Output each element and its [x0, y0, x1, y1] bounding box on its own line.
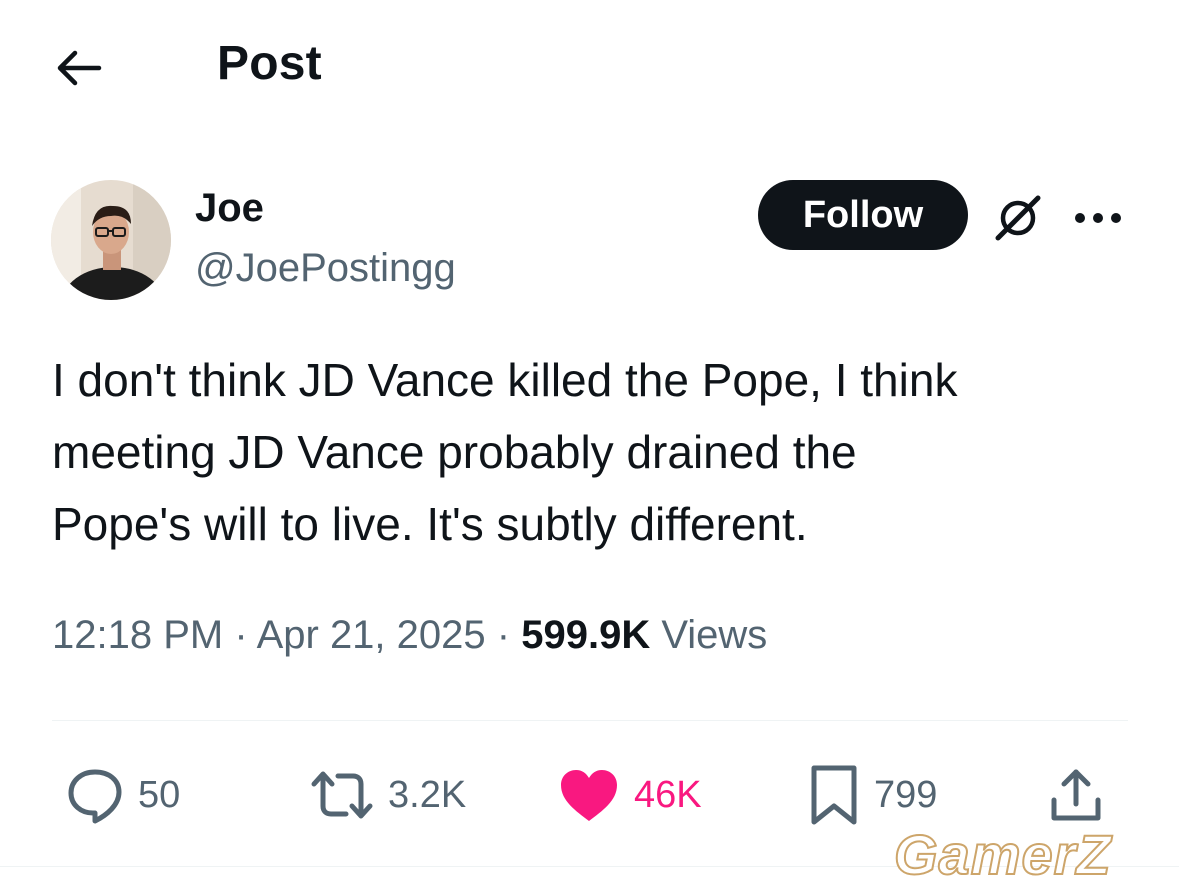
- more-options-button[interactable]: [1070, 190, 1126, 246]
- bookmark-icon: [811, 765, 857, 825]
- grok-icon: [995, 195, 1041, 241]
- meta-separator: ·: [234, 613, 248, 657]
- arrow-left-icon: [57, 50, 102, 86]
- views-label: Views: [661, 613, 768, 657]
- like-count: 46K: [634, 773, 702, 816]
- divider: [52, 720, 1128, 721]
- tweet-time[interactable]: 12:18 PM: [52, 613, 223, 657]
- more-horizontal-icon: [1075, 213, 1121, 223]
- author-handle[interactable]: @JoePostingg: [195, 246, 456, 291]
- tweet-meta: 12:18 PM · Apr 21, 2025 · 599.9K Views: [52, 613, 767, 658]
- page-title: Post: [217, 37, 322, 90]
- reply-button[interactable]: 50: [66, 760, 180, 830]
- author-display-name[interactable]: Joe: [195, 186, 264, 231]
- heart-filled-icon: [561, 770, 617, 821]
- reply-icon: [68, 769, 122, 824]
- grok-button[interactable]: [990, 190, 1046, 246]
- back-button[interactable]: [50, 40, 106, 96]
- tweet-text: I don't think JD Vance killed the Pope, …: [52, 354, 958, 550]
- gamerz-watermark: GamerZ: [893, 822, 1112, 886]
- bookmark-count: 799: [874, 773, 938, 816]
- share-icon: [1051, 769, 1101, 821]
- avatar[interactable]: [51, 180, 171, 300]
- meta-separator: ·: [496, 613, 511, 657]
- views-count: 599.9K: [521, 613, 651, 657]
- repost-count: 3.2K: [388, 773, 467, 816]
- repost-icon: [311, 771, 373, 819]
- reply-count: 50: [138, 773, 181, 816]
- repost-button[interactable]: 3.2K: [310, 760, 466, 830]
- watermark-text: GamerZ: [894, 823, 1112, 886]
- tweet-date[interactable]: Apr 21, 2025: [257, 613, 486, 657]
- avatar-image: [51, 180, 171, 300]
- like-button[interactable]: 46K: [558, 760, 702, 830]
- follow-button[interactable]: Follow: [758, 180, 968, 250]
